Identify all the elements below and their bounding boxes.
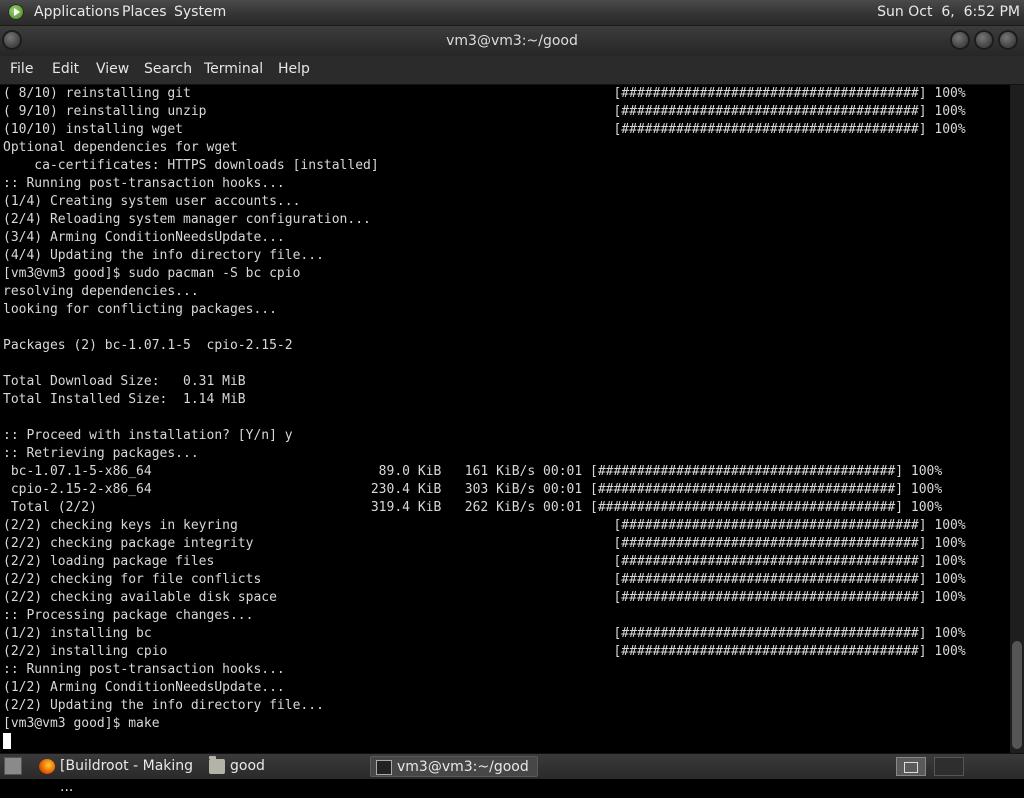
terminal-line: :: Retrieving packages... xyxy=(3,446,199,461)
terminal-line: (2/2) Updating the info directory file..… xyxy=(3,698,324,713)
menu-terminal[interactable]: Terminal xyxy=(204,61,263,77)
terminal-line: :: Running post-transaction hooks... xyxy=(3,176,285,191)
scrollbar-thumb[interactable] xyxy=(1012,641,1022,749)
taskbar-item-firefox[interactable]: [Buildroot - Making ... xyxy=(34,756,206,795)
menu-help[interactable]: Help xyxy=(278,61,310,77)
terminal-line: Total (2/2) 319.4 KiB 262 KiB/s 00:01 [#… xyxy=(3,500,943,515)
terminal-line: resolving dependencies... xyxy=(3,284,199,299)
clock[interactable]: Sun Oct 6, 6:52 PM xyxy=(877,4,1020,20)
terminal-line: Optional dependencies for wget xyxy=(3,140,238,155)
terminal-line: Total Installed Size: 1.14 MiB xyxy=(3,392,246,407)
terminal-line: looking for conflicting packages... xyxy=(3,302,277,317)
terminal-line: [vm3@vm3 good]$ make xyxy=(3,716,160,731)
show-desktop-icon[interactable] xyxy=(4,757,22,775)
terminal-line: :: Running post-transaction hooks... xyxy=(3,662,285,677)
terminal-cursor xyxy=(3,733,11,749)
terminal-line: ( 8/10) reinstalling git [##############… xyxy=(3,86,966,101)
terminal-icon xyxy=(376,760,392,775)
terminal-line: cpio-2.15-2-x86_64 230.4 KiB 303 KiB/s 0… xyxy=(3,482,943,497)
taskbar-item-terminal[interactable]: vm3@vm3:~/good xyxy=(370,756,538,777)
terminal-scrollbar[interactable] xyxy=(1010,85,1024,753)
terminal-line: :: Processing package changes... xyxy=(3,608,254,623)
terminal-line: (3/4) Arming ConditionNeedsUpdate... xyxy=(3,230,285,245)
menu-file[interactable]: File xyxy=(10,61,33,77)
terminal-line: (2/2) checking package integrity [######… xyxy=(3,536,966,551)
terminal-line: (2/2) loading package files [###########… xyxy=(3,554,966,569)
terminal-line: Packages (2) bc-1.07.1-5 cpio-2.15-2 xyxy=(3,338,293,353)
menu-edit[interactable]: Edit xyxy=(52,61,79,77)
system-menu[interactable]: System xyxy=(174,4,226,20)
terminal-line: Total Download Size: 0.31 MiB xyxy=(3,374,246,389)
gnome-foot-icon[interactable] xyxy=(8,4,24,20)
task-label: vm3@vm3:~/good xyxy=(397,759,529,775)
terminal-line: bc-1.07.1-5-x86_64 89.0 KiB 161 KiB/s 00… xyxy=(3,464,943,479)
terminal-line: (1/4) Creating system user accounts... xyxy=(3,194,301,209)
terminal-output[interactable]: ( 8/10) reinstalling git [##############… xyxy=(0,85,1010,753)
terminal-line: (2/2) installing cpio [#################… xyxy=(3,644,966,659)
menu-view[interactable]: View xyxy=(96,61,129,77)
terminal-line: ( 9/10) reinstalling unzip [############… xyxy=(3,104,966,119)
menu-search[interactable]: Search xyxy=(144,61,192,77)
terminal-line: [vm3@vm3 good]$ sudo pacman -S bc cpio xyxy=(3,266,301,281)
bottom-panel: [Buildroot - Making ... good vm3@vm3:~/g… xyxy=(0,753,1024,795)
terminal-line: (2/2) checking keys in keyring [########… xyxy=(3,518,966,533)
terminal-line: (10/10) installing wget [###############… xyxy=(3,122,966,137)
task-label: good xyxy=(230,758,265,774)
applications-menu[interactable]: Applications xyxy=(34,4,120,20)
firefox-icon xyxy=(39,759,55,774)
workspace-1[interactable] xyxy=(896,757,926,776)
close-button[interactable] xyxy=(1000,32,1016,48)
terminal-line: (2/2) checking for file conflicts [#####… xyxy=(3,572,966,587)
terminal-line: :: Proceed with installation? [Y/n] y xyxy=(3,428,293,443)
terminal-line: (2/2) checking available disk space [###… xyxy=(3,590,966,605)
terminal-line: (4/4) Updating the info directory file..… xyxy=(3,248,324,263)
taskbar-item-folder[interactable]: good xyxy=(204,756,364,777)
folder-icon xyxy=(209,756,225,774)
top-panel: Applications Places System Sun Oct 6, 6:… xyxy=(0,0,1024,26)
places-menu[interactable]: Places xyxy=(122,4,167,20)
terminal-line: (1/2) installing bc [###################… xyxy=(3,626,966,641)
terminal-line: (2/4) Reloading system manager configura… xyxy=(3,212,371,227)
window-menu-button[interactable] xyxy=(4,32,20,48)
maximize-button[interactable] xyxy=(976,32,992,48)
window-title: vm3@vm3:~/good xyxy=(446,33,578,49)
window-titlebar[interactable]: vm3@vm3:~/good xyxy=(0,26,1024,56)
task-label: [Buildroot - Making ... xyxy=(60,758,194,795)
minimize-button[interactable] xyxy=(952,32,968,48)
terminal-line: ca-certificates: HTTPS downloads [instal… xyxy=(3,158,379,173)
workspace-2[interactable] xyxy=(934,757,964,776)
menubar: File Edit View Search Terminal Help xyxy=(0,56,1024,85)
terminal-line: (1/2) Arming ConditionNeedsUpdate... xyxy=(3,680,285,695)
